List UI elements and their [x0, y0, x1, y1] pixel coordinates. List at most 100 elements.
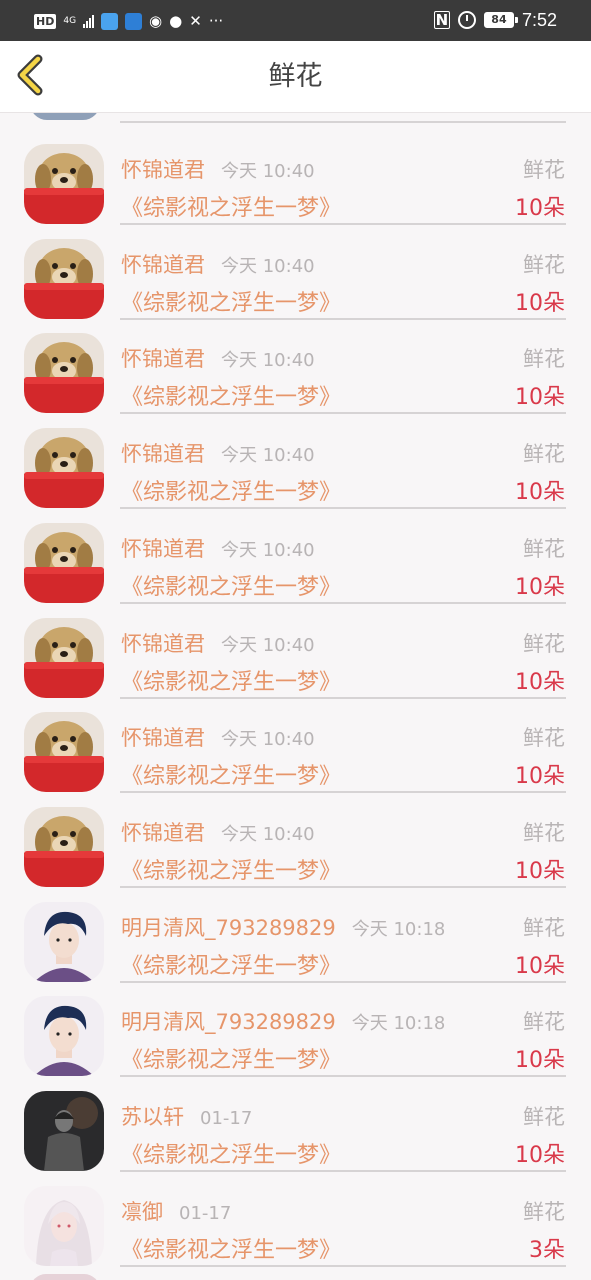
username[interactable]: 怀锦道君 今天 10:40 — [121, 722, 315, 752]
timestamp: 今天 10:18 — [351, 1013, 446, 1035]
page-title: 鲜花 — [268, 61, 323, 92]
username[interactable]: 怀锦道君 今天 10:40 — [121, 533, 315, 563]
list-item[interactable]: 怀锦道君 今天 10:40 鲜花 《综影视之浮生一梦》 10朵 — [0, 700, 591, 794]
flower-count: 3朵 — [529, 1237, 565, 1263]
flower-count: 10朵 — [515, 858, 565, 884]
timestamp: 今天 10:40 — [221, 255, 315, 277]
flower-count: 10朵 — [515, 290, 565, 316]
avatar[interactable] — [24, 333, 104, 414]
list-item[interactable]: 怀锦道君 今天 10:40 鲜花 《综影视之浮生一梦》 10朵 — [0, 795, 591, 889]
book-title[interactable]: 《综影视之浮生一梦》 — [121, 664, 341, 696]
avatar[interactable] — [24, 1091, 104, 1171]
username[interactable]: 苏以轩 01-17 — [121, 1101, 252, 1131]
book-title[interactable]: 《综影视之浮生一梦》 — [121, 379, 341, 411]
username[interactable]: 怀锦道君 今天 10:40 — [121, 154, 315, 184]
book-title[interactable]: 《综影视之浮生一梦》 — [121, 569, 341, 601]
list-item[interactable]: 苏以轩 01-17 鲜花 《综影视之浮生一梦》 10朵 — [0, 1079, 591, 1173]
book-title[interactable]: 《综影视之浮生一梦》 — [121, 1042, 341, 1074]
timestamp: 01-17 — [179, 1202, 232, 1224]
list-item[interactable]: 明月清风_793289829 今天 10:18 鲜花 《综影视之浮生一梦》 10朵 — [0, 984, 591, 1078]
username[interactable]: 怀锦道君 今天 10:40 — [121, 817, 315, 847]
gift-type: 鲜花 — [523, 631, 565, 656]
gift-type: 鲜花 — [523, 820, 565, 845]
avatar[interactable] — [24, 144, 104, 224]
username[interactable]: 凛御 01-17 — [121, 1196, 231, 1226]
clock: 7:52 — [521, 9, 557, 30]
avatar[interactable] — [24, 617, 104, 698]
book-title[interactable]: 《综影视之浮生一梦》 — [121, 1137, 341, 1169]
book-title[interactable]: 《综影视之浮生一梦》 — [121, 758, 341, 790]
timestamp: 今天 10:18 — [351, 918, 446, 940]
timestamp: 今天 10:40 — [221, 823, 315, 845]
book-title[interactable]: 《综影视之浮生一梦》 — [121, 1232, 341, 1264]
username[interactable]: 怀锦道君 今天 10:40 — [121, 249, 315, 279]
book-title[interactable]: 《综影视之浮生一梦》 — [121, 948, 341, 980]
divider — [120, 696, 566, 699]
divider — [120, 507, 566, 510]
username[interactable]: 怀锦道君 今天 10:40 — [121, 628, 315, 658]
avatar[interactable] — [24, 1185, 104, 1266]
list-item[interactable]: 怀锦道君 今天 10:40 鲜花 《综影视之浮生一梦》 10朵 — [0, 416, 591, 510]
username[interactable]: 怀锦道君 今天 10:40 — [121, 438, 315, 468]
list-item[interactable]: 明月清风_793289829 今天 10:18 鲜花 《综影视之浮生一梦》 10朵 — [0, 890, 591, 984]
avatar — [30, 1274, 100, 1280]
divider — [120, 601, 566, 604]
timestamp: 01-17 — [200, 1108, 253, 1129]
flower-count: 10朵 — [515, 764, 565, 790]
flower-count: 10朵 — [515, 385, 565, 411]
wifi-hotspot-icon — [125, 12, 143, 30]
timestamp: 今天 10:40 — [221, 161, 315, 182]
book-title[interactable]: 《综影视之浮生一梦》 — [121, 285, 341, 317]
book-title[interactable]: 《综影视之浮生一梦》 — [121, 474, 341, 506]
divider — [120, 885, 566, 888]
flower-record-list[interactable]: 怀锦道君 今天 10:40 鲜花 《综影视之浮生一梦》 10朵 怀锦道君 今天 10… — [0, 113, 591, 1280]
timestamp: 今天 10:40 — [221, 445, 315, 467]
username[interactable]: 明月清风_793289829 今天 10:18 — [121, 1006, 445, 1036]
flower-count: 10朵 — [515, 480, 565, 506]
flower-count: 10朵 — [515, 1048, 565, 1074]
gift-type: 鲜花 — [523, 1199, 565, 1224]
gift-type: 鲜花 — [523, 536, 565, 561]
username[interactable]: 明月清风_793289829 今天 10:18 — [121, 912, 445, 942]
list-item[interactable]: 怀锦道君 今天 10:40 鲜花 《综影视之浮生一梦》 10朵 — [0, 606, 591, 700]
book-title[interactable]: 《综影视之浮生一梦》 — [121, 853, 341, 885]
gift-type: 鲜花 — [523, 347, 565, 372]
divider — [120, 1075, 566, 1078]
timestamp: 今天 10:40 — [221, 350, 315, 372]
list-item[interactable]: 怀锦道君 今天 10:40 鲜花 《综影视之浮生一梦》 10朵 — [0, 511, 591, 605]
gift-type: 鲜花 — [523, 252, 565, 277]
avatar[interactable] — [24, 996, 104, 1077]
hd-icon: HD — [34, 13, 57, 29]
list-item[interactable]: 凛御 01-17 鲜花 《综影视之浮生一梦》 3朵 — [0, 1174, 591, 1268]
divider — [120, 317, 566, 320]
avatar — [30, 113, 100, 120]
divider — [120, 121, 566, 123]
username[interactable]: 怀锦道君 今天 10:40 — [121, 343, 315, 373]
divider — [120, 412, 566, 415]
gift-type: 鲜花 — [523, 1010, 565, 1035]
battery-icon: 84 — [483, 12, 518, 28]
qq-icon: ◉ — [149, 11, 163, 30]
list-item[interactable]: 怀锦道君 今天 10:40 鲜花 《综影视之浮生一梦》 10朵 — [0, 227, 591, 321]
avatar[interactable] — [24, 712, 104, 793]
list-item[interactable]: 怀锦道君 今天 10:40 鲜花 《综影视之浮生一梦》 10朵 — [0, 132, 591, 226]
flower-count: 10朵 — [515, 1143, 565, 1168]
list-item[interactable]: 怀锦道君 今天 10:40 鲜花 《综影视之浮生一梦》 10朵 — [0, 321, 591, 415]
divider — [120, 980, 566, 983]
wechat-icon: ● — [169, 11, 183, 30]
avatar[interactable] — [24, 428, 104, 509]
signal-icon — [83, 14, 95, 28]
flower-count: 10朵 — [515, 574, 565, 600]
flower-count: 10朵 — [515, 196, 565, 221]
navigation-bar: 鲜花 — [0, 41, 591, 113]
gift-type: 鲜花 — [523, 1105, 565, 1129]
avatar[interactable] — [24, 806, 104, 887]
avatar[interactable] — [24, 901, 104, 982]
avatar[interactable] — [24, 238, 104, 319]
avatar[interactable] — [24, 522, 104, 603]
flower-count: 10朵 — [515, 953, 565, 979]
status-bar: HD 4G ◉ ● ✕ ··· N 84 7:52 — [0, 0, 591, 41]
book-title[interactable]: 《综影视之浮生一梦》 — [121, 190, 341, 222]
timestamp: 今天 10:40 — [221, 729, 315, 751]
gift-type: 鲜花 — [523, 915, 565, 940]
